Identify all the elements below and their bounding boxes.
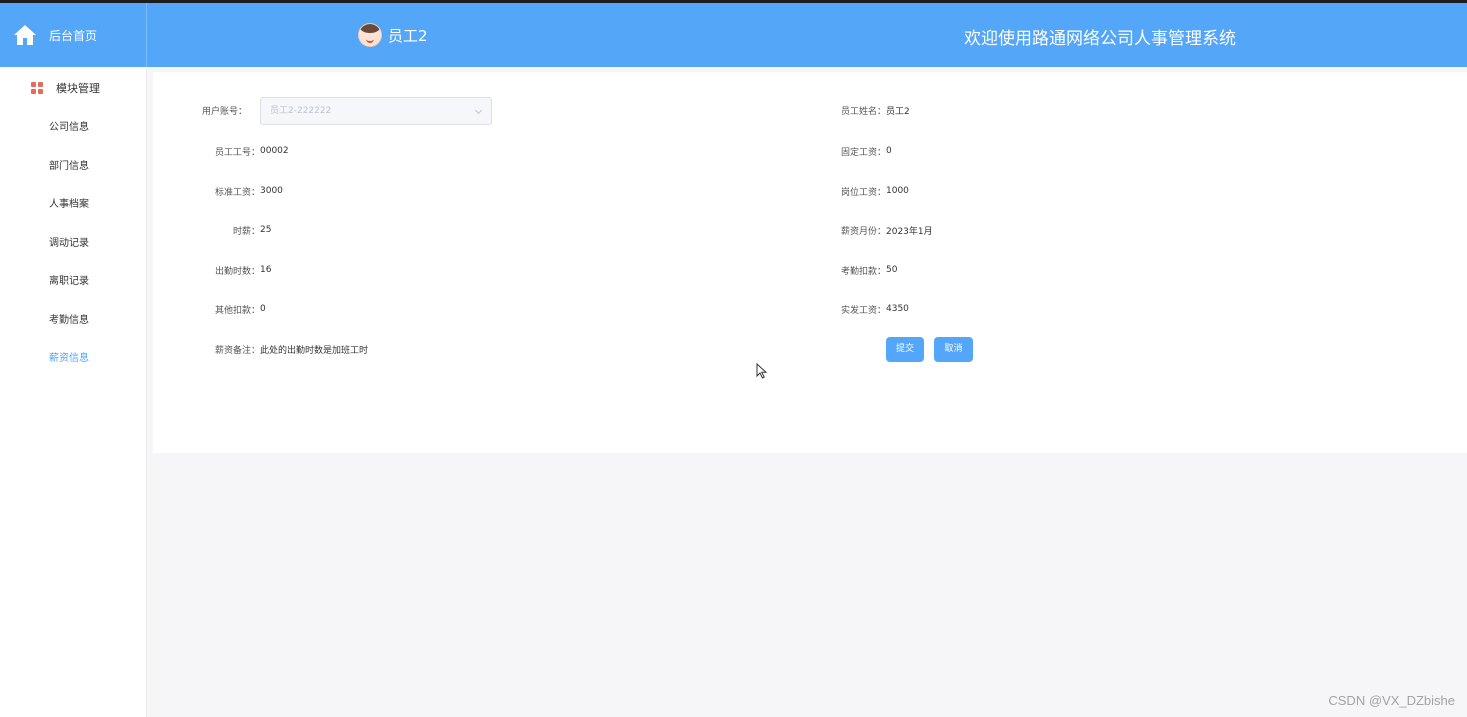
other-deduction-value: 0 — [260, 304, 266, 314]
attendance-hours-label: 出勤时数： — [214, 266, 260, 277]
employee-name-row: 员工姓名： 员工2 — [826, 96, 910, 124]
employee-name-label: 员工姓名： — [840, 106, 886, 117]
actual-salary-row: 实发工资： 4350 — [826, 295, 909, 323]
home-label: 后台首页 — [49, 28, 98, 43]
other-deduction-label: 其他扣款： — [214, 305, 260, 316]
grid-icon — [31, 82, 43, 94]
attendance-deduction-label: 考勤扣款： — [840, 266, 886, 277]
user-account-value: 员工2-222222 — [270, 106, 332, 116]
user-account-label: 用户账号： — [202, 106, 248, 117]
standard-salary-value: 3000 — [260, 186, 283, 196]
watermark-text: CSDN @VX_DZbishe — [1328, 693, 1455, 708]
user-name: 员工2 — [388, 26, 428, 45]
salary-note-label: 薪资备注： — [214, 345, 260, 356]
salary-note-value: 此处的出勤时数是加班工时 — [260, 345, 369, 356]
salary-form-panel: 用户账号： 员工2-222222 员工工号： 00002 标准工资： 3000 … — [153, 72, 1467, 453]
sidebar-group-modules[interactable]: 模块管理 — [0, 67, 146, 109]
post-salary-row: 岗位工资： 1000 — [826, 177, 909, 205]
sidebar-item-resignation[interactable]: 离职记录 — [0, 263, 146, 302]
employee-id-label: 员工工号： — [214, 147, 260, 158]
fixed-salary-row: 固定工资： 0 — [826, 137, 892, 165]
employee-id-row: 员工工号： 00002 — [202, 137, 289, 165]
user-account-select[interactable]: 员工2-222222 — [260, 97, 492, 125]
actual-salary-label: 实发工资： — [840, 305, 886, 316]
salary-month-value: 2023年1月 — [886, 226, 933, 237]
hourly-wage-row: 时薪： 25 — [202, 216, 271, 244]
salary-month-label: 薪资月份： — [840, 226, 886, 237]
home-icon — [14, 25, 36, 45]
fixed-salary-label: 固定工资： — [840, 147, 886, 158]
attendance-deduction-row: 考勤扣款： 50 — [826, 256, 897, 284]
cancel-button[interactable]: 取消 — [934, 337, 973, 362]
salary-note-row: 薪资备注： 此处的出勤时数是加班工时 — [202, 335, 368, 363]
sidebar: 模块管理 公司信息 部门信息 人事档案 调动记录 离职记录 考勤信息 薪资信息 — [0, 67, 147, 717]
home-link[interactable]: 后台首页 — [0, 3, 147, 67]
hourly-wage-value: 25 — [260, 225, 272, 235]
employee-id-value: 00002 — [260, 146, 289, 156]
sidebar-item-transfer[interactable]: 调动记录 — [0, 225, 146, 264]
actual-salary-value: 4350 — [886, 304, 909, 314]
post-salary-value: 1000 — [886, 186, 909, 196]
hourly-wage-label: 时薪： — [232, 226, 260, 237]
welcome-title: 欢迎使用路通网络公司人事管理系统 — [964, 29, 1236, 49]
salary-month-row: 薪资月份： 2023年1月 — [826, 216, 933, 244]
sidebar-item-company[interactable]: 公司信息 — [0, 109, 146, 148]
employee-name-value: 员工2 — [886, 106, 910, 117]
sidebar-group-label: 模块管理 — [56, 82, 100, 95]
attendance-hours-row: 出勤时数： 16 — [202, 256, 271, 284]
top-header: 后台首页 员工2 欢迎使用路通网络公司人事管理系统 — [0, 3, 1467, 67]
attendance-deduction-value: 50 — [886, 265, 898, 275]
attendance-hours-value: 16 — [260, 265, 272, 275]
user-info[interactable]: 员工2 — [358, 22, 428, 48]
fixed-salary-value: 0 — [886, 146, 892, 156]
submit-button[interactable]: 提交 — [886, 337, 924, 362]
other-deduction-row: 其他扣款： 0 — [202, 295, 266, 323]
standard-salary-row: 标准工资： 3000 — [202, 177, 283, 205]
standard-salary-label: 标准工资： — [214, 187, 260, 198]
chevron-down-icon — [474, 106, 483, 115]
mouse-cursor-icon — [756, 363, 768, 379]
sidebar-item-attendance[interactable]: 考勤信息 — [0, 302, 146, 341]
sidebar-item-personnel[interactable]: 人事档案 — [0, 186, 146, 225]
post-salary-label: 岗位工资： — [840, 187, 886, 198]
user-account-row: 用户账号： — [202, 96, 247, 124]
sidebar-item-department[interactable]: 部门信息 — [0, 148, 146, 187]
sidebar-item-salary[interactable]: 薪资信息 — [0, 340, 146, 379]
avatar-icon — [358, 23, 382, 47]
